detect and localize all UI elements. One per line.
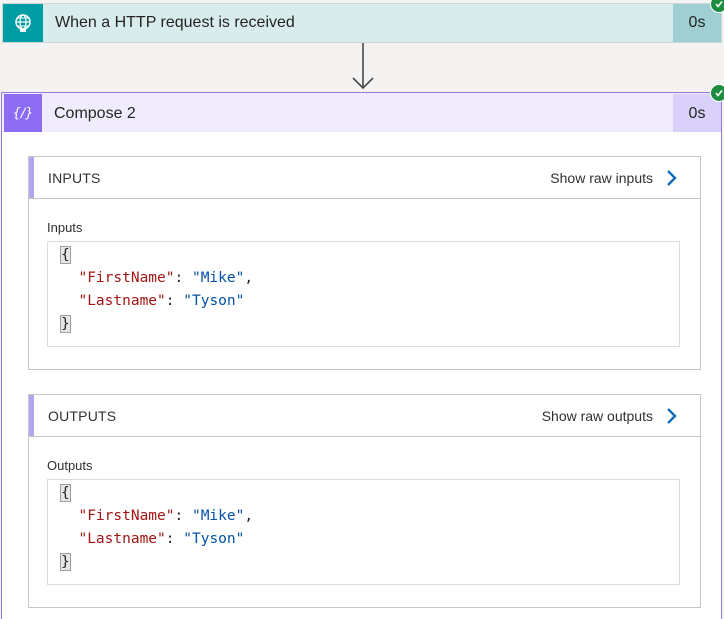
chevron-right-icon[interactable] xyxy=(666,407,678,425)
compose-step-header[interactable]: {∕} Compose 2 0s xyxy=(2,93,721,132)
compose-step-card: {∕} Compose 2 0s INPUTS Show raw inputs … xyxy=(1,92,722,619)
json-value: "Tyson" xyxy=(183,531,245,547)
outputs-heading: OUTPUTS xyxy=(48,408,117,424)
inputs-field-label: Inputs xyxy=(47,220,83,235)
outputs-json-viewer[interactable]: { "FirstName": "Mike", "Lastname": "Tyso… xyxy=(47,479,680,585)
outputs-section: OUTPUTS Show raw outputs Outputs { "Firs… xyxy=(28,394,701,608)
json-open-brace: { xyxy=(60,484,71,502)
outputs-field-label: Outputs xyxy=(47,458,93,473)
globe-request-icon xyxy=(3,4,43,42)
json-value: "Mike" xyxy=(191,508,245,524)
json-value: "Tyson" xyxy=(183,293,245,309)
connector-arrow-icon xyxy=(352,43,374,90)
inputs-heading: INPUTS xyxy=(48,170,101,186)
show-raw-outputs-link[interactable]: Show raw outputs xyxy=(542,395,653,437)
outputs-section-header: OUTPUTS Show raw outputs xyxy=(29,395,700,437)
json-key: "FirstName" xyxy=(78,270,175,286)
json-close-brace: } xyxy=(60,315,71,333)
json-close-brace: } xyxy=(60,553,71,571)
trigger-step-card[interactable]: When a HTTP request is received 0s xyxy=(2,3,722,43)
trigger-title: When a HTTP request is received xyxy=(55,14,295,31)
json-key: "Lastname" xyxy=(78,531,166,547)
json-key: "FirstName" xyxy=(78,508,175,524)
inputs-section: INPUTS Show raw inputs Inputs { "FirstNa… xyxy=(28,156,701,370)
inputs-json-viewer[interactable]: { "FirstName": "Mike", "Lastname": "Tyso… xyxy=(47,241,680,347)
inputs-section-header: INPUTS Show raw inputs xyxy=(29,157,700,199)
compose-title: Compose 2 xyxy=(54,105,136,122)
compose-success-check-icon xyxy=(710,84,724,102)
json-open-brace: { xyxy=(60,246,71,264)
json-key: "Lastname" xyxy=(78,293,166,309)
show-raw-inputs-link[interactable]: Show raw inputs xyxy=(550,157,653,199)
json-value: "Mike" xyxy=(191,270,245,286)
curly-braces-expression-icon: {∕} xyxy=(4,94,42,132)
section-accent-bar xyxy=(29,395,34,436)
chevron-right-icon[interactable] xyxy=(666,169,678,187)
section-accent-bar xyxy=(29,157,34,198)
